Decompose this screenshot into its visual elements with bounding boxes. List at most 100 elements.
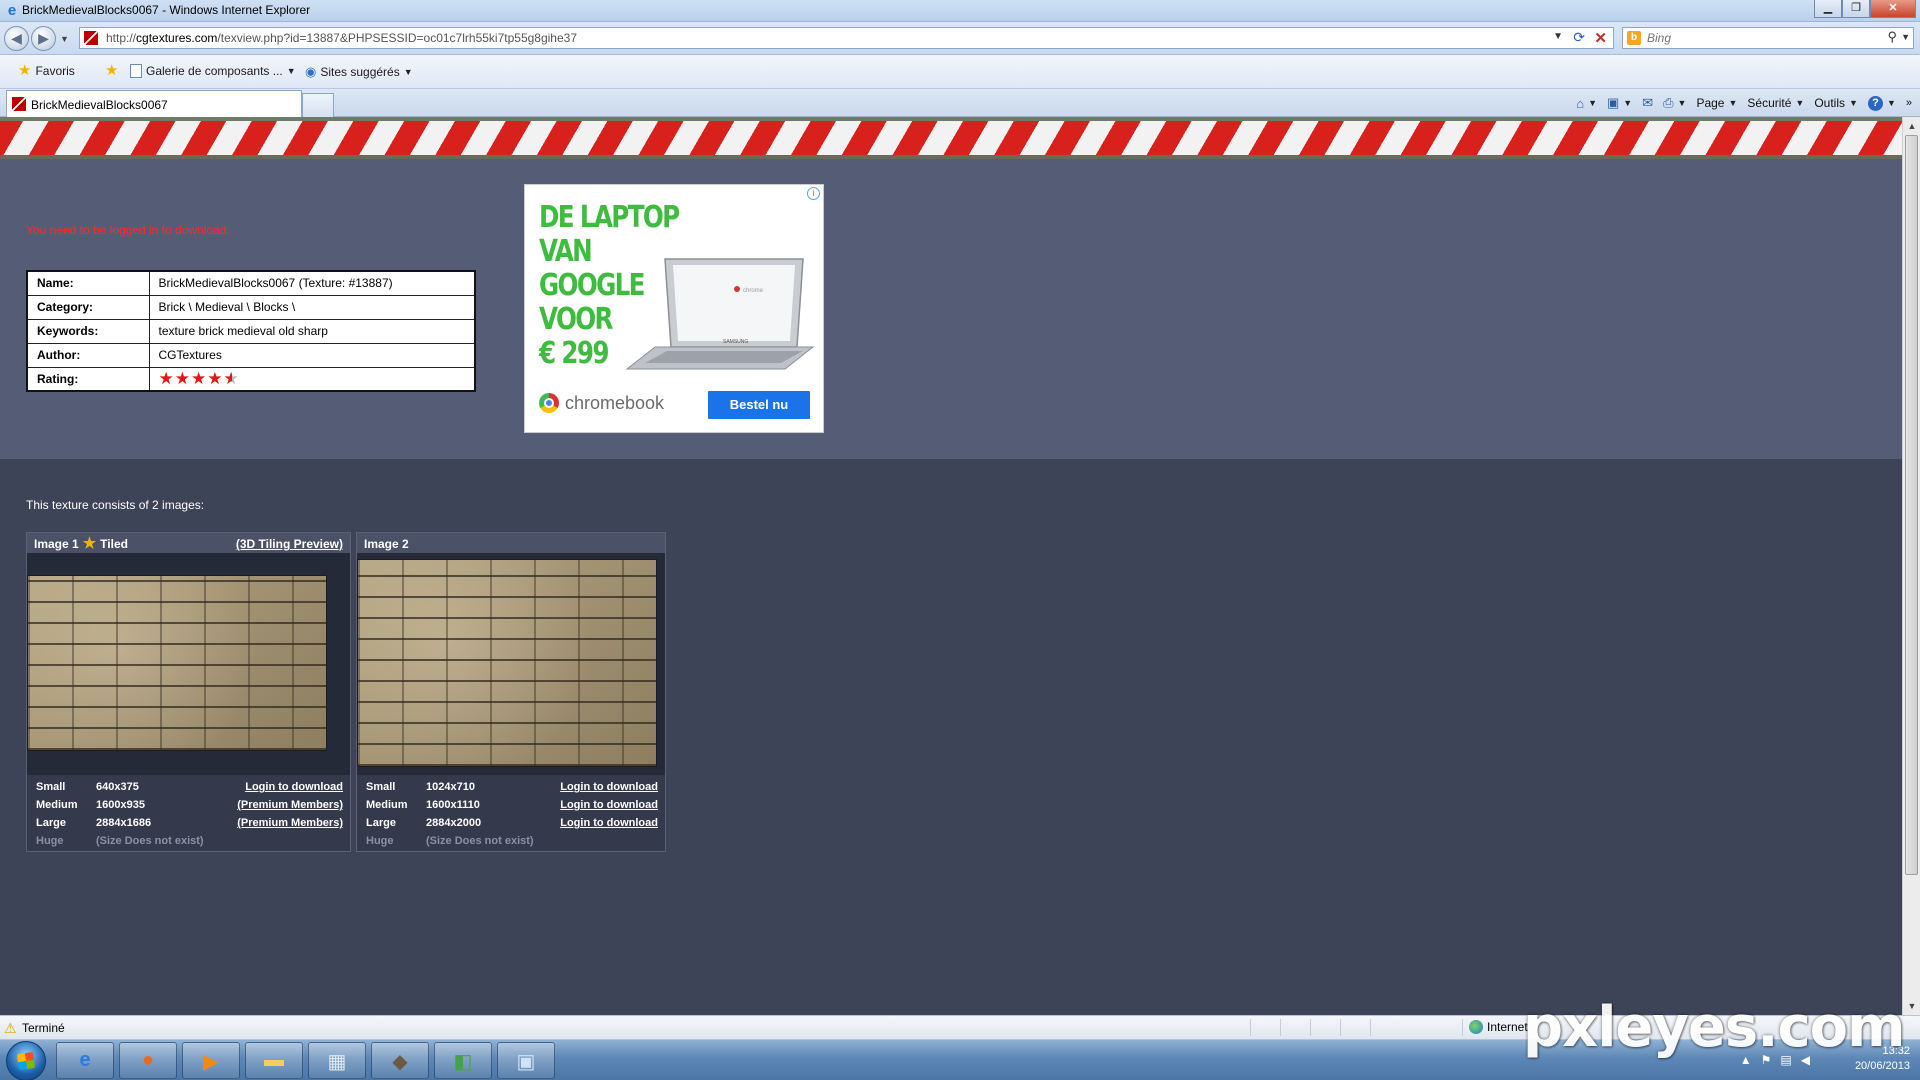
taskbar-ie-button[interactable]: e (56, 1042, 114, 1079)
info-key: Keywords: (26, 318, 150, 344)
search-box[interactable]: b ⚲ ▼ (1622, 27, 1914, 49)
taskbar-firefox-button[interactable]: ● (119, 1042, 177, 1079)
home-icon: ⌂ (1576, 95, 1585, 111)
help-icon: ? (1867, 95, 1883, 111)
info-key: Name: (26, 270, 150, 296)
watermark: pxleyes.com (1523, 995, 1905, 1060)
image-panel-2: Image 2 Small 1024x710 Login to download Me… (356, 532, 666, 852)
title-bar: e BrickMedievalBlocks0067 - Windows Inte… (0, 0, 1920, 22)
help-menu[interactable]: ? ▼ (1867, 95, 1896, 111)
scroll-thumb[interactable] (1905, 135, 1918, 875)
search-icon[interactable]: ⚲ (1887, 29, 1897, 45)
tools-menu[interactable]: Outils ▼ (1814, 96, 1858, 110)
laptop-screen-text: chrome (743, 288, 764, 294)
download-link[interactable]: Login to download (560, 799, 658, 811)
download-link[interactable]: (Premium Members) (237, 817, 343, 829)
site-favicon-icon (12, 97, 26, 111)
taskbar-media-player-button[interactable]: ▶ (182, 1042, 240, 1079)
stop-icon[interactable]: ✕ (1594, 29, 1607, 47)
info-row: Rating: ★★★★★ (26, 366, 476, 392)
info-row: Name: BrickMedievalBlocks0067 (Texture: #… (26, 270, 476, 296)
adchoices-icon[interactable]: i (807, 187, 820, 200)
info-row: Author: CGTextures (26, 342, 476, 368)
refresh-icon[interactable]: ⟳ (1573, 29, 1585, 46)
suggested-sites-label: Sites suggérés (320, 65, 400, 79)
taskbar-calculator-button[interactable]: ▦ (308, 1042, 366, 1079)
info-value: texture brick medieval old sharp (148, 318, 476, 344)
favorites-label: Favoris (35, 64, 75, 78)
favorites-star-icon: ★ (18, 62, 32, 79)
url-field[interactable]: http://cgtextures.com/texview.php?id=138… (79, 27, 1614, 49)
image-title: Image 2 (364, 537, 409, 551)
scroll-up-icon[interactable]: ▲ (1904, 118, 1920, 134)
info-key: Rating: (26, 366, 150, 392)
tab-brickmedievalblocks[interactable]: BrickMedievalBlocks0067 (6, 90, 302, 117)
warning-icon: ⚠ (4, 1020, 17, 1036)
print-button[interactable]: ⎙ ▼ (1663, 95, 1686, 111)
size-row: Small 640x375 Login to download (27, 779, 350, 797)
new-tab-button[interactable] (302, 93, 334, 117)
page-menu[interactable]: Page ▼ (1696, 96, 1737, 110)
vertical-scrollbar[interactable]: ▲ ▼ (1902, 117, 1920, 1015)
search-dropdown-icon[interactable]: ▼ (1901, 32, 1910, 42)
info-row: Keywords: texture brick medieval old shar… (26, 318, 476, 344)
mail-button[interactable]: ✉ (1642, 95, 1653, 111)
add-favorite-icon: ★ (105, 62, 119, 79)
ad-order-button[interactable]: Bestel nu (708, 391, 810, 419)
globe-icon: ◉ (305, 64, 317, 79)
download-link[interactable]: (Premium Members) (237, 799, 343, 811)
picture-viewer-icon: ▣ (516, 1051, 536, 1073)
download-link[interactable]: Login to download (245, 781, 343, 793)
home-button[interactable]: ⌂ ▼ (1576, 96, 1597, 111)
chrome-icon (539, 393, 559, 413)
taskbar-image-app-button[interactable]: ◧ (434, 1042, 492, 1079)
size-name: Medium (366, 799, 408, 811)
thumbnail-area (357, 553, 665, 775)
download-link[interactable]: Login to download (560, 817, 658, 829)
url-dropdown-icon[interactable]: ▼ (1553, 31, 1563, 42)
info-key: Author: (26, 342, 150, 368)
forward-button[interactable]: ▶ (31, 26, 56, 51)
image-title: Image 1 (34, 537, 79, 551)
feeds-button[interactable]: ▣ ▼ (1607, 95, 1632, 111)
info-value: Brick \ Medieval \ Blocks \ (148, 294, 476, 320)
back-button[interactable]: ◀ (4, 26, 29, 51)
minimize-button[interactable]: ▁ (1814, 0, 1842, 18)
history-dropdown-icon[interactable]: ▼ (60, 34, 69, 44)
size-resolution: 1600x935 (96, 799, 145, 811)
maximize-button[interactable]: ❐ (1842, 0, 1870, 18)
info-value: ★★★★★ (148, 366, 476, 392)
size-row: Large 2884x1686 (Premium Members) (27, 815, 350, 833)
ad-brand: chromebook (565, 393, 665, 413)
close-button[interactable]: ✕ (1870, 0, 1916, 18)
start-button[interactable] (6, 1041, 46, 1080)
favorites-button[interactable]: ★ Favoris (18, 62, 75, 79)
suggested-sites-link[interactable]: ◉ Sites suggérés ▼ (305, 64, 413, 80)
size-row: Small 1024x710 Login to download (357, 779, 665, 797)
texture-thumbnail[interactable] (27, 575, 327, 751)
size-row: Large 2884x2000 Login to download (357, 815, 665, 833)
gallery-link[interactable]: Galerie de composants ... ▼ (130, 64, 296, 78)
taskbar-explorer-button[interactable]: ▬ (245, 1042, 303, 1079)
advertisement[interactable]: i DE LAPTOP VAN GOOGLE VOOR € 299 chrome… (524, 184, 824, 433)
size-resolution: 2884x1686 (96, 817, 152, 829)
security-menu[interactable]: Sécurité ▼ (1747, 96, 1804, 110)
more-commands-button[interactable]: » (1906, 97, 1912, 109)
search-input[interactable] (1647, 30, 1867, 46)
info-value: BrickMedievalBlocks0067 (Texture: #13887… (148, 270, 476, 296)
scroll-down-icon[interactable]: ▼ (1904, 998, 1920, 1014)
tiling-preview-link[interactable]: (3D Tiling Preview) (236, 537, 343, 551)
download-link[interactable]: Login to download (560, 781, 658, 793)
url-text[interactable]: http://cgtextures.com/texview.php?id=138… (106, 31, 577, 45)
taskbar-gimp-button[interactable]: ◆ (371, 1042, 429, 1079)
size-name: Medium (36, 799, 78, 811)
security-zone[interactable]: Internet (1469, 1020, 1528, 1034)
add-favorite-button[interactable]: ★ (105, 62, 119, 79)
taskbar-picture-viewer-button[interactable]: ▣ (497, 1042, 555, 1079)
star-icon: ★ (191, 368, 208, 388)
size-resolution: 640x375 (96, 781, 139, 793)
clock-date: 20/06/2013 (1854, 1060, 1910, 1072)
size-name: Large (366, 817, 396, 829)
star-icon: ★ (158, 368, 175, 388)
texture-thumbnail[interactable] (357, 559, 657, 767)
